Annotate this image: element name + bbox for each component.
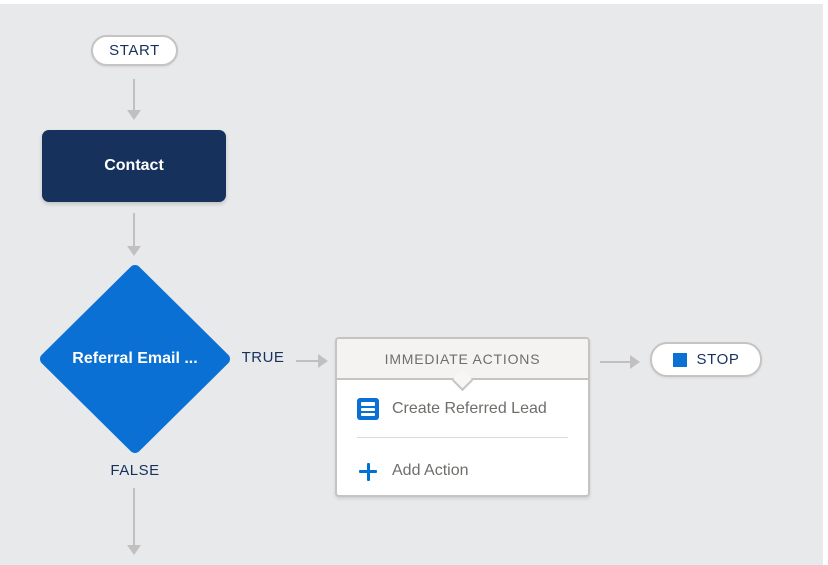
add-action-label: Add Action — [392, 462, 469, 479]
plus-icon — [357, 460, 379, 482]
object-node-label: Contact — [104, 157, 164, 174]
record-create-icon — [357, 398, 379, 420]
arrowhead-actions-stop — [630, 355, 640, 369]
immediate-actions-panel: IMMEDIATE ACTIONS Create Referred Lead A… — [335, 337, 590, 497]
criteria-node[interactable]: Referral Email ... — [40, 265, 230, 453]
arrowhead-false-next — [127, 545, 141, 555]
arrowhead-start-contact — [127, 110, 141, 120]
connector-contact-criteria — [133, 213, 135, 246]
arrowhead-true-actions — [318, 354, 328, 368]
process-builder-canvas: START Contact Referral Email ... TRUE IM… — [0, 0, 828, 565]
stop-square-icon — [672, 352, 687, 367]
criteria-node-label: Referral Email ... — [72, 350, 198, 367]
action-item-label: Create Referred Lead — [392, 400, 547, 417]
immediate-actions-header-label: IMMEDIATE ACTIONS — [384, 350, 541, 367]
add-action-button[interactable]: Add Action — [337, 445, 588, 497]
stop-node: STOP — [650, 342, 762, 377]
false-branch-label: FALSE — [110, 462, 160, 479]
connector-actions-stop — [600, 361, 630, 363]
start-node: START — [91, 35, 178, 66]
flow-canvas: START Contact Referral Email ... TRUE IM… — [0, 4, 823, 565]
start-label: START — [109, 42, 160, 59]
object-node-contact[interactable]: Contact — [42, 130, 226, 202]
connector-start-contact — [133, 79, 135, 110]
arrowhead-contact-criteria — [127, 246, 141, 256]
actions-divider — [357, 437, 568, 438]
connector-true-actions — [296, 360, 318, 362]
connector-false-next — [133, 488, 135, 545]
stop-label: STOP — [696, 351, 740, 368]
true-branch-label: TRUE — [241, 349, 285, 366]
